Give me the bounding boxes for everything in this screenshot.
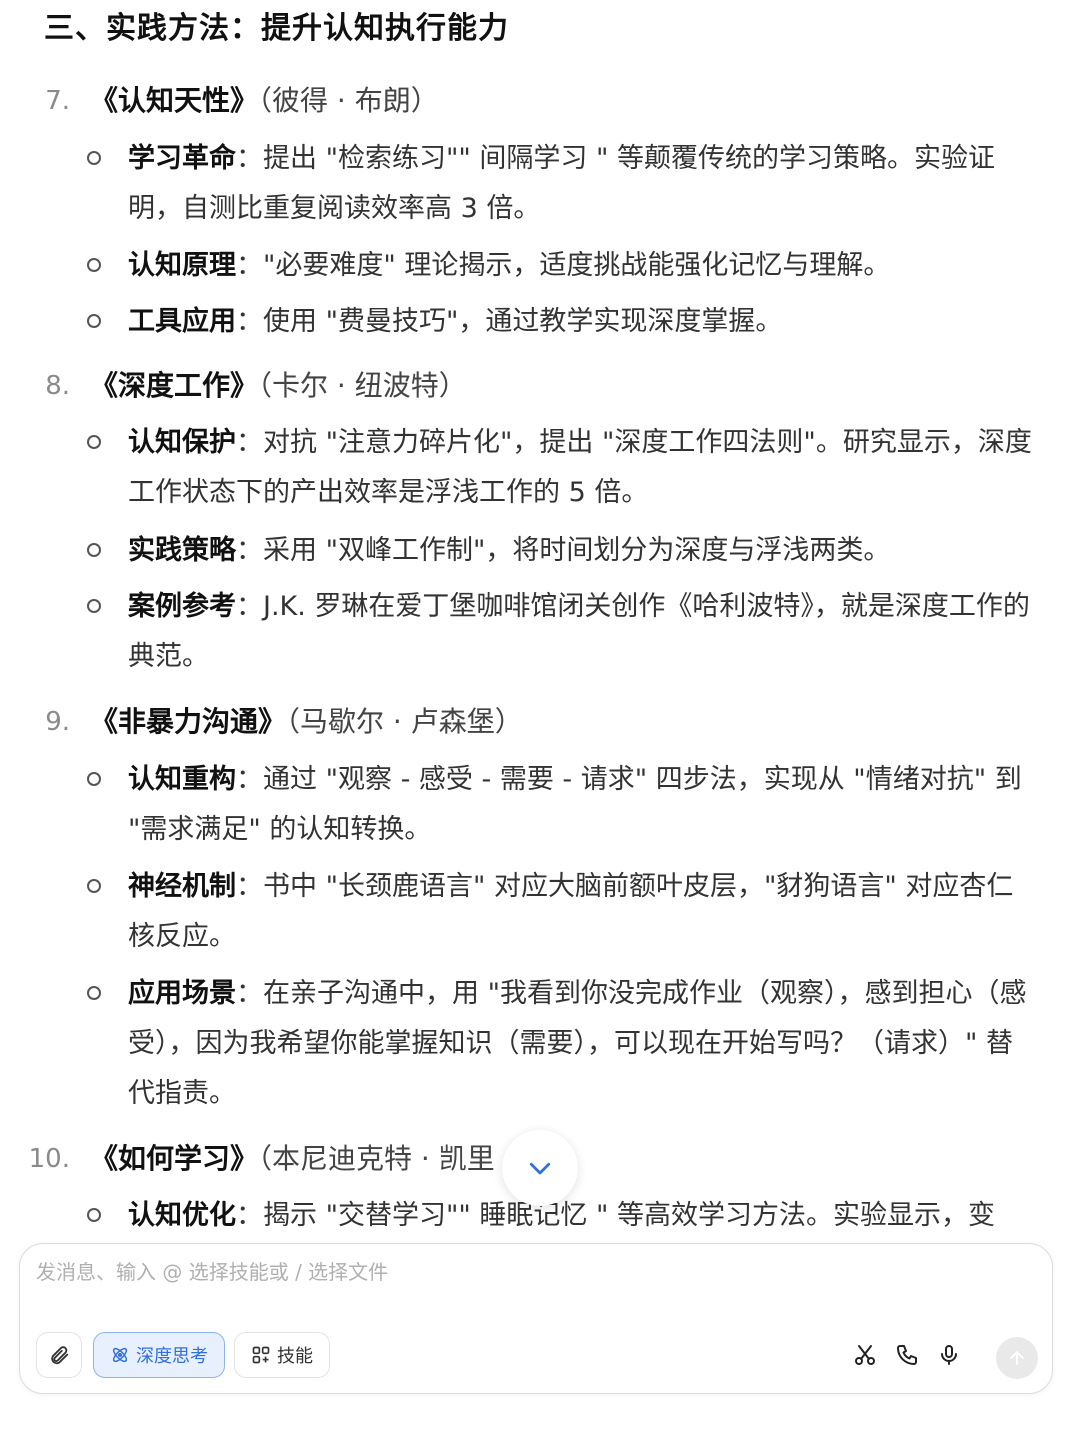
bullet-text: 案例参考：J.K. 罗琳在爱丁堡咖啡馆闭关创作《哈利波特》，就是深度工作的典范。 (128, 582, 1038, 682)
deep-think-toggle[interactable]: 深度思考 (93, 1332, 225, 1378)
book-name: 《非暴力沟通》 (90, 705, 287, 738)
bullet-marker (87, 314, 101, 328)
book-author: （本尼迪克特 · 凯里 (258, 1142, 495, 1175)
bullet-marker (87, 1208, 101, 1222)
bullet-marker (87, 772, 101, 786)
bullet-marker (87, 435, 101, 449)
bullet-text: 认知重构：通过 "观察 - 感受 - 需要 - 请求" 四步法，实现从 "情绪对… (128, 755, 1038, 855)
bullet-heading: 认知保护 (128, 427, 236, 458)
message-content: 三、实践方法：提升认知执行能力 7. 《认知天性》（彼得 · 布朗） 学习革命：… (0, 0, 1080, 1240)
book-name: 《认知天性》 (90, 84, 259, 117)
attach-file-button[interactable] (36, 1332, 82, 1378)
book-title-line: 《非暴力沟通》（马歇尔 · 卢森堡） (90, 697, 523, 747)
bullet-heading: 工具应用 (128, 306, 236, 337)
bullet-heading: 学习革命 (128, 143, 236, 174)
list-number: 10. (28, 1144, 70, 1174)
microphone-icon (941, 1345, 957, 1365)
bullet-body: ：对抗 "注意力碎片化"，提出 "深度工作四法则"。研究显示，深度工作状态下的产… (128, 427, 1032, 508)
book-author: （卡尔 · 纽波特） (258, 369, 467, 402)
list-number: 8. (45, 371, 70, 401)
bullet-text: 认知保护：对抗 "注意力碎片化"，提出 "深度工作四法则"。研究显示，深度工作状… (128, 418, 1038, 518)
send-button[interactable] (996, 1337, 1038, 1379)
bullet-heading: 神经机制 (128, 871, 236, 902)
book-item: 9. 《非暴力沟通》（马歇尔 · 卢森堡） (0, 697, 1080, 747)
skills-button[interactable]: 技能 (234, 1332, 330, 1378)
book-title-line: 《如何学习》（本尼迪克特 · 凯里 (90, 1134, 495, 1184)
bullet-marker (87, 879, 101, 893)
bullet-body: ：在亲子沟通中，用 "我看到你没完成作业（观察），感到担心（感受），因为我希望你… (128, 978, 1027, 1109)
book-author: （马歇尔 · 卢森堡） (286, 705, 523, 738)
bullet-heading: 应用场景 (128, 978, 236, 1009)
bullet-marker (87, 543, 101, 557)
bullet-body: ：使用 "费曼技巧"，通过教学实现深度掌握。 (236, 306, 783, 337)
bullet-body: ："必要难度" 理论揭示，适度挑战能强化记忆与理解。 (236, 250, 891, 281)
bullet-body: ：提出 "检索练习"" 间隔学习 " 等颠覆传统的学习策略。实验证明，自测比重复… (128, 143, 996, 224)
phone-icon (897, 1345, 917, 1365)
bullet-body: ：通过 "观察 - 感受 - 需要 - 请求" 四步法，实现从 "情绪对抗" 到… (128, 764, 1022, 845)
voice-input-button[interactable] (936, 1342, 962, 1368)
deep-think-label: 深度思考 (136, 1346, 208, 1367)
bullet-text: 学习革命：提出 "检索练习"" 间隔学习 " 等颠覆传统的学习策略。实验证明，自… (128, 134, 1038, 234)
book-name: 《深度工作》 (90, 369, 259, 402)
section-title: 三、实践方法：提升认知执行能力 (44, 11, 509, 46)
book-author: （彼得 · 布朗） (258, 84, 439, 117)
skills-label: 技能 (277, 1346, 313, 1367)
book-name: 《如何学习》 (90, 1142, 259, 1175)
bullet-text: 应用场景：在亲子沟通中，用 "我看到你没完成作业（观察），感到担心（感受），因为… (128, 969, 1038, 1119)
bullet-text: 神经机制：书中 "长颈鹿语言" 对应大脑前额叶皮层，"豺狗语言" 对应杏仁核反应… (128, 862, 1038, 962)
bullet-body: ：揭示 "交替学习"" 睡眠记忆 " 等高效学习方法。实验显示，变 (236, 1200, 996, 1231)
book-item: 7. 《认知天性》（彼得 · 布朗） (0, 76, 1080, 126)
bullet-heading: 认知重构 (128, 764, 236, 795)
bullet-body: ：采用 "双峰工作制"，将时间划分为深度与浮浅两类。 (236, 535, 891, 566)
scissors-icon (855, 1345, 875, 1365)
message-input[interactable] (36, 1260, 1036, 1284)
bullet-marker (87, 258, 101, 272)
voice-call-button[interactable] (894, 1342, 920, 1368)
paperclip-icon (51, 1346, 69, 1365)
chat-page: 三、实践方法：提升认知执行能力 7. 《认知天性》（彼得 · 布朗） 学习革命：… (0, 0, 1080, 1443)
bullet-heading: 案例参考 (128, 591, 236, 622)
bullet-text: 工具应用：使用 "费曼技巧"，通过教学实现深度掌握。 (128, 297, 1038, 347)
atom-icon (112, 1347, 128, 1363)
bullet-heading: 认知原理 (128, 250, 236, 281)
message-composer: 深度思考 技能 (19, 1243, 1053, 1394)
arrow-up-icon (1010, 1351, 1024, 1365)
grid-icon (252, 1346, 270, 1364)
bullet-body: ：J.K. 罗琳在爱丁堡咖啡馆闭关创作《哈利波特》，就是深度工作的典范。 (128, 591, 1030, 672)
scissors-button[interactable] (852, 1342, 878, 1368)
bullet-marker (87, 151, 101, 165)
bullet-text: 认知原理："必要难度" 理论揭示，适度挑战能强化记忆与理解。 (128, 241, 1038, 291)
book-title-line: 《深度工作》（卡尔 · 纽波特） (90, 361, 467, 411)
bullet-heading: 认知优化 (128, 1200, 236, 1231)
bullet-text: 实践策略：采用 "双峰工作制"，将时间划分为深度与浮浅两类。 (128, 526, 1038, 576)
book-item: 8. 《深度工作》（卡尔 · 纽波特） (0, 361, 1080, 411)
bullet-marker (87, 599, 101, 613)
chevron-down-icon (529, 1162, 551, 1175)
bullet-marker (87, 986, 101, 1000)
bullet-body: ：书中 "长颈鹿语言" 对应大脑前额叶皮层，"豺狗语言" 对应杏仁核反应。 (128, 871, 1014, 952)
scroll-to-bottom-button[interactable] (502, 1130, 578, 1206)
list-number: 9. (45, 707, 70, 737)
bullet-heading: 实践策略 (128, 535, 236, 566)
bullet-text: 认知优化：揭示 "交替学习"" 睡眠记忆 " 等高效学习方法。实验显示，变 (128, 1191, 1038, 1240)
list-number: 7. (45, 86, 70, 116)
book-title-line: 《认知天性》（彼得 · 布朗） (90, 76, 439, 126)
